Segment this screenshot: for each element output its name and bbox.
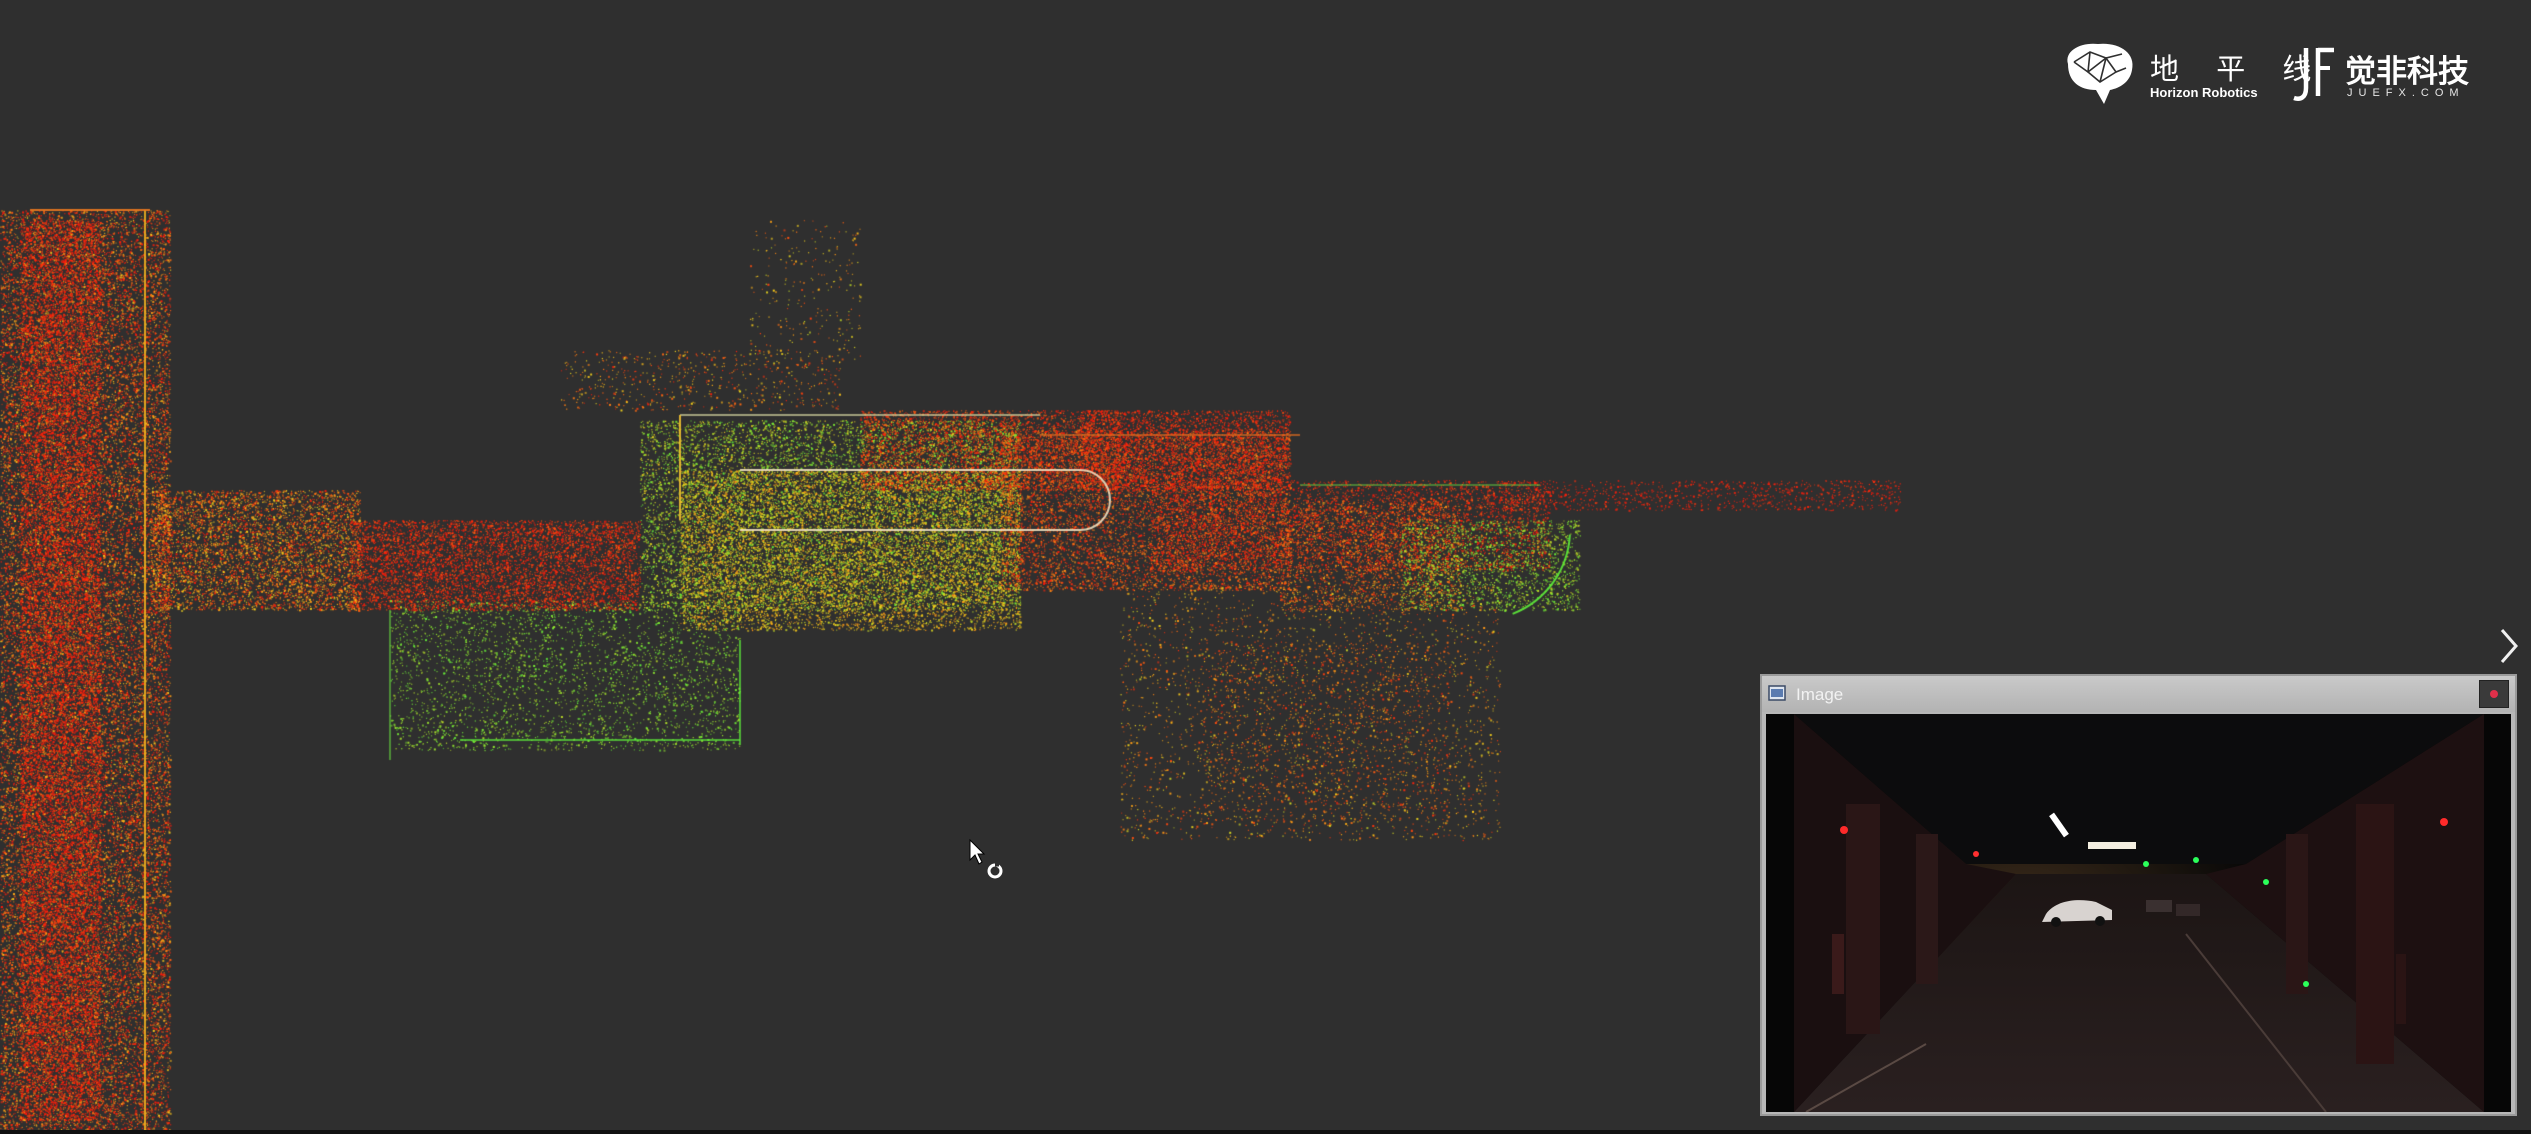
bottom-border <box>0 1130 2531 1134</box>
brain-icon <box>2067 43 2133 104</box>
image-window-title: Image <box>1796 685 1844 704</box>
image-window-titlebar[interactable]: Image <box>1762 676 2515 712</box>
horizon-robotics-logo: 地 平 线 Horizon Robotics <box>2060 40 2311 108</box>
jf-monogram-icon <box>2293 47 2334 101</box>
horizon-logo-english: Horizon Robotics <box>2150 85 2258 100</box>
juefx-logo-english: JUEFX.COM <box>2347 87 2465 99</box>
window-app-icon <box>1768 685 1786 701</box>
camera-image <box>1766 714 2511 1112</box>
juefx-logo-chinese: 觉非科技 <box>2345 54 2469 90</box>
image-window[interactable]: Image <box>1760 674 2517 1116</box>
chevron-right-icon[interactable] <box>2494 624 2524 668</box>
juefx-logo: 觉非科技 JUEFX.COM <box>2292 40 2482 108</box>
busy-cursor-icon <box>968 838 1008 884</box>
close-button[interactable] <box>2479 680 2509 708</box>
close-icon <box>2490 690 2498 698</box>
visualization-viewport[interactable]: 地 平 线 Horizon Robotics 觉非科技 JUEFX.COM Im… <box>0 0 2531 1134</box>
